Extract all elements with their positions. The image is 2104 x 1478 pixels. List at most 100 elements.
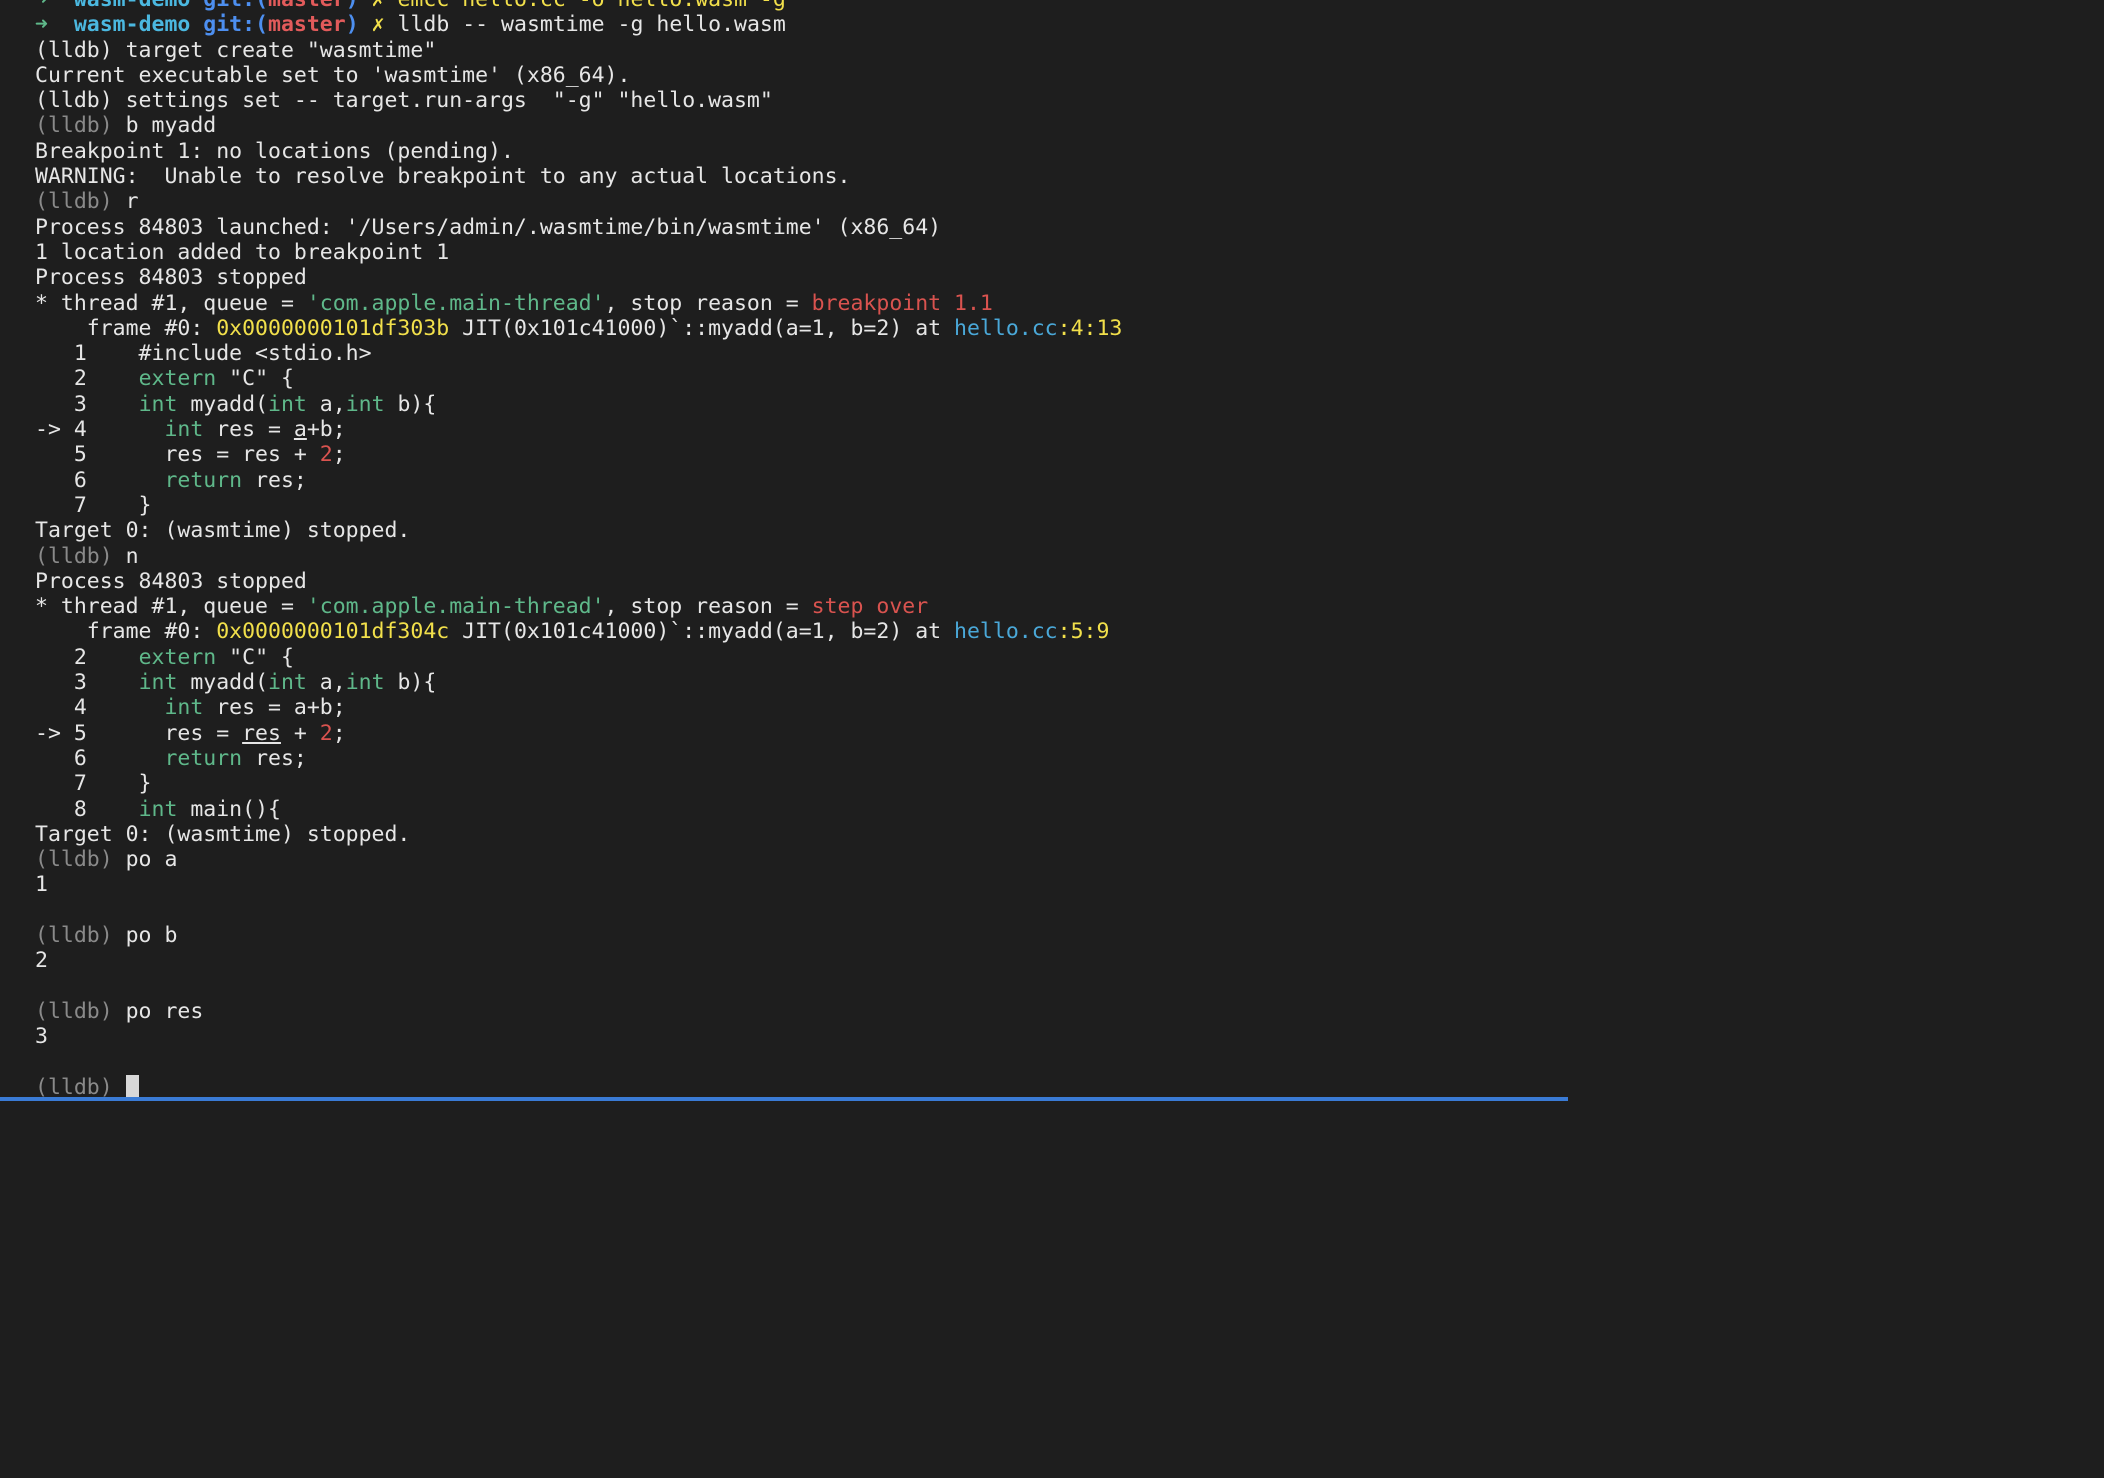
terminal-text: step over — [812, 594, 929, 619]
terminal-window[interactable]: ➜ wasm-demo git:(master) ✗ emcc hello.cc… — [0, 0, 1568, 1097]
terminal-text: 9 — [1096, 619, 1109, 644]
terminal-line: * thread #1, queue = 'com.apple.main-thr… — [35, 291, 1568, 316]
terminal-text: 13 — [1096, 316, 1122, 341]
terminal-text: 3 — [35, 670, 139, 695]
terminal-text: ) — [346, 0, 359, 12]
terminal-text: hello.cc — [954, 316, 1058, 341]
terminal-text: 0x0000000101df303b — [216, 316, 449, 341]
terminal-text: 4 — [1071, 316, 1084, 341]
terminal-line: 2 extern "C" { — [35, 645, 1568, 670]
terminal-line: 3 int myadd(int a,int b){ — [35, 670, 1568, 695]
terminal-line: frame #0: 0x0000000101df304c JIT(0x101c4… — [35, 619, 1568, 644]
terminal-line: 7 } — [35, 493, 1568, 518]
terminal-text: 5 — [1071, 619, 1084, 644]
terminal-text: po a — [126, 847, 178, 872]
terminal-text: res = — [203, 417, 294, 442]
terminal-text: (lldb) — [35, 1075, 126, 1097]
terminal-line: frame #0: 0x0000000101df303b JIT(0x101c4… — [35, 316, 1568, 341]
terminal-text: 2 — [320, 442, 333, 467]
terminal-line: * thread #1, queue = 'com.apple.main-thr… — [35, 594, 1568, 619]
terminal-text: : — [1084, 619, 1097, 644]
terminal-text: breakpoint 1.1 — [812, 291, 993, 316]
terminal-text: return — [164, 746, 242, 771]
terminal-text: Target 0: (wasmtime) stopped. — [35, 822, 410, 847]
terminal-line: 5 res = res + 2; — [35, 442, 1568, 467]
terminal-text: Process 84803 stopped — [35, 569, 307, 594]
terminal-text: 2 — [320, 721, 333, 746]
terminal-output: ➜ wasm-demo git:(master) ✗ emcc hello.cc… — [35, 0, 1568, 1097]
terminal-text: res = a+b; — [203, 695, 345, 720]
terminal-text: hello.cc — [954, 619, 1058, 644]
terminal-text: a, — [307, 670, 346, 695]
terminal-text: , stop reason = — [605, 291, 812, 316]
terminal-text: , stop reason = — [605, 594, 812, 619]
terminal-line: 2 — [35, 948, 1568, 973]
terminal-text: ; — [333, 721, 346, 746]
terminal-text: ➜ — [35, 12, 74, 37]
terminal-line: 1 — [35, 872, 1568, 897]
terminal-text: n — [126, 544, 139, 569]
terminal-text: po b — [126, 923, 178, 948]
terminal-line: 6 return res; — [35, 468, 1568, 493]
terminal-text: -> 5 res = — [35, 721, 242, 746]
terminal-line: Target 0: (wasmtime) stopped. — [35, 518, 1568, 543]
terminal-text: 3 — [35, 392, 139, 417]
terminal-text: a, — [307, 392, 346, 417]
terminal-line: 4 int res = a+b; — [35, 695, 1568, 720]
terminal-line: -> 5 res = res + 2; — [35, 721, 1568, 746]
terminal-line: ➜ wasm-demo git:(master) ✗ emcc hello.cc… — [35, 0, 1568, 12]
terminal-line: 8 int main(){ — [35, 797, 1568, 822]
terminal-text: wasm-demo — [74, 12, 203, 37]
terminal-text: : — [1084, 316, 1097, 341]
terminal-line: 3 int myadd(int a,int b){ — [35, 392, 1568, 417]
terminal-line: (lldb) settings set -- target.run-args "… — [35, 88, 1568, 113]
terminal-text: frame #0: — [35, 316, 216, 341]
terminal-text: 7 } — [35, 493, 152, 518]
terminal-text: extern — [139, 645, 217, 670]
terminal-text: ) — [346, 12, 359, 37]
terminal-line: 6 return res; — [35, 746, 1568, 771]
terminal-line: (lldb) n — [35, 544, 1568, 569]
terminal-line: WARNING: Unable to resolve breakpoint to… — [35, 164, 1568, 189]
terminal-text: JIT(0x101c41000)`::myadd(a=1, b=2) at — [449, 316, 954, 341]
terminal-text: int — [139, 392, 178, 417]
terminal-line: Process 84803 stopped — [35, 265, 1568, 290]
terminal-line: ➜ wasm-demo git:(master) ✗ lldb -- wasmt… — [35, 12, 1568, 37]
terminal-text: res — [242, 721, 281, 746]
terminal-text: myadd( — [177, 392, 268, 417]
terminal-line: (lldb) target create "wasmtime" — [35, 38, 1568, 63]
terminal-text: 1 #include <stdio.h> — [35, 341, 372, 366]
terminal-line: 7 } — [35, 771, 1568, 796]
terminal-text: 2 — [35, 645, 139, 670]
terminal-text: * thread #1, queue = — [35, 594, 307, 619]
terminal-text: 2 — [35, 948, 48, 973]
terminal-text: 2 — [35, 366, 139, 391]
terminal-line: (lldb) — [35, 1075, 1568, 1097]
terminal-text: 'com.apple.main-thread' — [307, 291, 605, 316]
terminal-text: "C" { — [216, 366, 294, 391]
terminal-text: 4 — [35, 695, 164, 720]
terminal-text: int — [268, 670, 307, 695]
terminal-text: (lldb) — [35, 923, 126, 948]
text-cursor[interactable] — [126, 1075, 139, 1097]
terminal-line: (lldb) po b — [35, 923, 1568, 948]
terminal-text: : — [1058, 316, 1071, 341]
terminal-text: : — [1058, 619, 1071, 644]
terminal-line: (lldb) b myadd — [35, 113, 1568, 138]
terminal-text: git:( — [203, 12, 268, 37]
terminal-line: Current executable set to 'wasmtime' (x8… — [35, 63, 1568, 88]
terminal-text: (lldb) target create "wasmtime" — [35, 38, 436, 63]
terminal-line — [35, 898, 1568, 923]
terminal-text: ➜ — [35, 0, 74, 12]
terminal-text: ✗ — [359, 12, 398, 37]
terminal-line: 3 — [35, 1024, 1568, 1049]
terminal-text: Breakpoint 1: no locations (pending). — [35, 139, 514, 164]
terminal-text: int — [346, 392, 385, 417]
terminal-text: ✗ emcc hello.cc -o hello.wasm -g — [359, 0, 786, 12]
terminal-text: wasm-demo — [74, 0, 203, 12]
terminal-text: 1 — [35, 872, 48, 897]
terminal-line: (lldb) po a — [35, 847, 1568, 872]
terminal-line: Process 84803 launched: '/Users/admin/.w… — [35, 215, 1568, 240]
terminal-text: int — [164, 695, 203, 720]
terminal-text: a — [294, 417, 307, 442]
